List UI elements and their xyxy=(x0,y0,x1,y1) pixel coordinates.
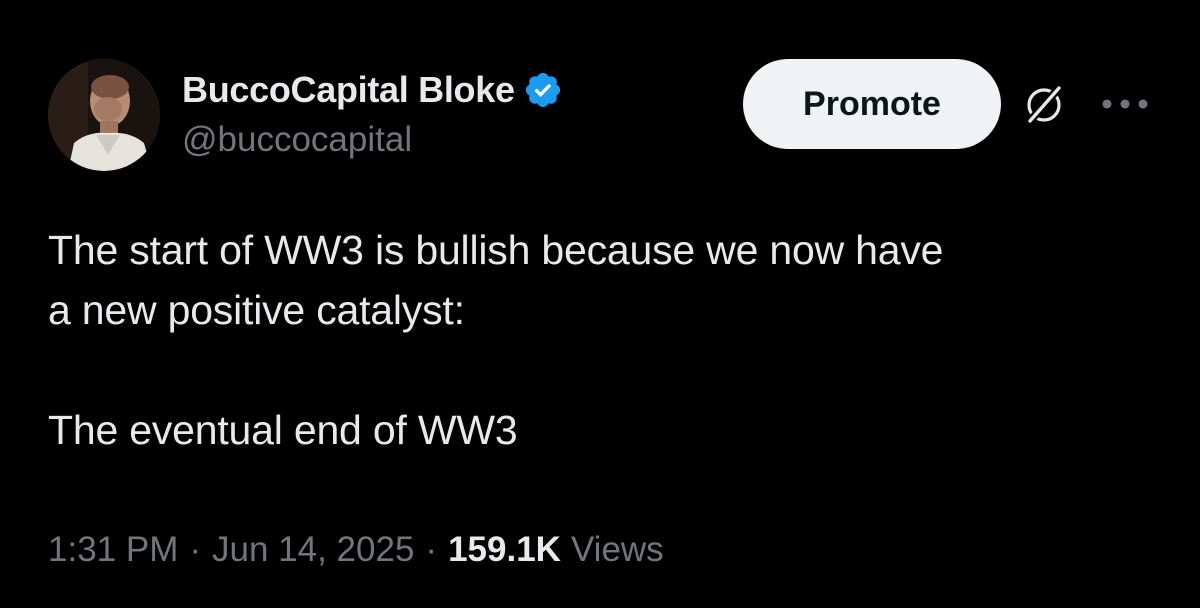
tweet-meta: 1:31 PM · Jun 14, 2025 · 159.1K Views xyxy=(48,530,664,570)
more-horizontal-icon[interactable] xyxy=(1100,97,1150,111)
author-display-name[interactable]: BuccoCapital Bloke xyxy=(182,69,515,111)
tweet-time[interactable]: 1:31 PM xyxy=(48,530,178,570)
author-name-row: BuccoCapital Bloke xyxy=(182,68,563,112)
views-count[interactable]: 159.1K xyxy=(448,530,561,570)
author-handle[interactable]: @buccocapital xyxy=(182,120,412,160)
tweet-date[interactable]: Jun 14, 2025 xyxy=(212,530,414,570)
tweet-text-line: a new positive catalyst: xyxy=(48,287,465,333)
meta-separator: · xyxy=(425,530,438,569)
tweet-text-line: The start of WW3 is bullish because we n… xyxy=(48,227,944,273)
tweet-card: BuccoCapital Bloke @buccocapital Promote… xyxy=(0,0,1200,608)
meta-separator: · xyxy=(189,530,202,569)
promote-button[interactable]: Promote xyxy=(743,59,1001,149)
grok-icon[interactable] xyxy=(1019,80,1069,130)
views-label[interactable]: Views xyxy=(571,530,664,570)
avatar[interactable] xyxy=(48,59,160,171)
avatar-photo-icon xyxy=(48,59,160,171)
tweet-text-line: The eventual end of WW3 xyxy=(48,407,518,453)
verified-badge-icon xyxy=(523,70,563,110)
tweet-text: The start of WW3 is bullish because we n… xyxy=(48,220,1158,460)
